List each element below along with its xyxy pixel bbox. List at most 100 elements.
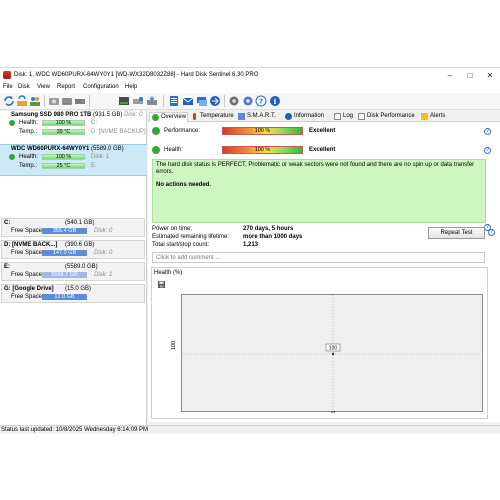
- window-title: Disk: 1, WDC WD60PURX-64WY0Y1 [WD-WX32D8…: [14, 72, 259, 78]
- tab-information[interactable]: Information: [283, 112, 324, 122]
- health-value: 100 %: [55, 120, 72, 126]
- report-icon[interactable]: [168, 95, 180, 107]
- refresh-icon[interactable]: [3, 95, 15, 107]
- health-value: 100 %: [254, 147, 271, 153]
- health-bar: 100 %: [222, 146, 303, 154]
- health-bar: 100 %: [42, 120, 85, 126]
- free-space-bar: 12.0 GB: [42, 294, 87, 300]
- email-icon[interactable]: [182, 95, 194, 107]
- close-button[interactable]: ✕: [480, 68, 500, 83]
- drive-icon[interactable]: [74, 95, 86, 107]
- info-icon: [285, 113, 292, 120]
- maximize-button[interactable]: □: [460, 68, 480, 83]
- check-icon: [152, 114, 159, 121]
- minimize-button[interactable]: –: [440, 68, 460, 83]
- free-space-label: Free Space: [11, 250, 43, 256]
- disk-item-0[interactable]: Samsung SSD 980 PRO 1TB (931.5 GB) Disk:…: [0, 111, 147, 143]
- drive-copy-icon[interactable]: [146, 95, 158, 107]
- tab-overview[interactable]: Overview: [149, 112, 188, 122]
- app-icon: [3, 71, 11, 79]
- health-chart-panel: Health (%) 100 10/8/2025 100: [151, 267, 488, 419]
- start-stop-value: 1,213: [243, 242, 259, 248]
- tab-alerts[interactable]: Alerts: [419, 112, 445, 122]
- performance-icon: [358, 113, 365, 120]
- help-icon[interactable]: ?: [484, 128, 491, 135]
- message-icon[interactable]: [196, 95, 208, 107]
- toolbar: ? i: [0, 93, 500, 110]
- tab-label: Alerts: [430, 113, 446, 119]
- tab-smart[interactable]: S.M.A.R.T.: [236, 112, 276, 122]
- disk-header: Samsung SSD 980 PRO 1TB (931.5 GB) Disk:…: [0, 111, 147, 119]
- health-chart-tab[interactable]: Health (%): [154, 270, 182, 276]
- repeat-test-button[interactable]: Repeat Test: [428, 227, 485, 239]
- settings-icon[interactable]: [228, 95, 240, 107]
- menu-configuration[interactable]: Configuration: [83, 84, 119, 90]
- disk-icon[interactable]: [48, 95, 60, 107]
- help-icon[interactable]: ?: [255, 95, 267, 107]
- disk-partitions: E:: [91, 163, 97, 169]
- disk-temp-row: Temp.: 25 °C E:: [0, 162, 147, 171]
- thermometer-icon: [193, 113, 196, 120]
- drive-item-d[interactable]: D: [NVME BACK...] (390.6 GB) Free Space 14…: [1, 240, 145, 259]
- drive-letter: G: [Google Drive]: [4, 286, 54, 292]
- health-chart-plot: 100 10/8/2025: [181, 294, 484, 413]
- drive-size: (540.1 GB): [65, 220, 95, 226]
- save-icon[interactable]: [158, 281, 165, 288]
- drive-item-c[interactable]: C: (540.1 GB) Free Space 365.4 GB Disk: 0: [1, 218, 145, 237]
- users-icon[interactable]: [29, 95, 41, 107]
- health-chart: 100 10/8/2025: [182, 295, 484, 413]
- temp-value: 39 °C: [56, 129, 71, 135]
- menu-view[interactable]: View: [37, 84, 50, 90]
- menu-bar: File Disk View Report Configuration Help: [0, 83, 500, 93]
- tab-label: Log: [343, 113, 354, 119]
- drive-item-e[interactable]: E: (5589.0 GB) Free Space 5568.7 GB Disk: 1: [1, 262, 145, 281]
- comment-field[interactable]: Click to add comment ...: [152, 252, 485, 263]
- tab-log[interactable]: Log: [332, 112, 353, 122]
- drive-size: (15.0 GB): [65, 286, 92, 292]
- temp-value: 25 °C: [56, 163, 71, 169]
- menu-disk[interactable]: Disk: [18, 84, 30, 90]
- tab-disk-performance[interactable]: Disk Performance: [356, 112, 415, 122]
- refresh-all-icon[interactable]: [16, 95, 28, 107]
- help-icon[interactable]: ?: [484, 147, 491, 154]
- performance-value: 100 %: [254, 128, 271, 134]
- disk-item-1-selected[interactable]: WDC WD60PURX-64WY0Y1 (5589.0 GB) Health:…: [0, 144, 147, 176]
- free-space-bar: 365.4 GB: [42, 228, 87, 234]
- tab-temperature[interactable]: Temperature: [189, 112, 234, 122]
- disk-info-icon[interactable]: [61, 95, 73, 107]
- disk-partitions: D: [NVME BACKUP]: [91, 129, 146, 135]
- send-icon[interactable]: [209, 95, 221, 107]
- health-ok-icon: [9, 154, 15, 160]
- start-stop-label: Total start/stop count:: [152, 242, 210, 248]
- temp-label: Temp.:: [19, 129, 38, 135]
- drive-disk: Disk: 1: [94, 272, 113, 278]
- health-ok-icon: [9, 120, 15, 126]
- free-space-label: Free Space: [11, 228, 43, 234]
- menu-report[interactable]: Report: [57, 84, 75, 90]
- gear-icon[interactable]: [242, 95, 254, 107]
- disk-health-row: Health: 100 % Disk: 1: [0, 153, 147, 162]
- performance-label: Performance:: [164, 128, 201, 134]
- info-icon[interactable]: i: [269, 95, 281, 107]
- tab-label: Overview: [161, 114, 187, 120]
- temp-bar: 25 °C: [42, 163, 85, 169]
- help-icon[interactable]: ?: [488, 229, 495, 236]
- menu-file[interactable]: File: [3, 84, 13, 90]
- health-row: Health: 100 % Excellent: [152, 146, 492, 155]
- alert-icon: [421, 113, 428, 120]
- drive-remove-icon[interactable]: [132, 95, 144, 107]
- drive-disk: Disk: 0: [94, 250, 113, 256]
- health-bar: 100 %: [42, 154, 85, 160]
- disk-number: Disk: 1: [91, 154, 110, 160]
- data-point: [331, 352, 335, 356]
- title-bar: Disk: 1, WDC WD60PURX-64WY0Y1 [WD-WX32D8…: [0, 68, 500, 83]
- overview-panel: Performance: 100 % Excellent ? Health: 1…: [148, 122, 500, 422]
- menu-help[interactable]: Help: [125, 84, 137, 90]
- temp-bar: 39 °C: [42, 129, 85, 135]
- drive-item-g[interactable]: G: [Google Drive] (15.0 GB) Free Space 12.…: [1, 284, 145, 303]
- remaining-lifetime-value: more than 1000 days: [243, 234, 303, 240]
- disk-test-icon[interactable]: [118, 95, 130, 107]
- drive-size: (390.6 GB): [65, 242, 95, 248]
- app-window: Disk: 1, WDC WD60PURX-64WY0Y1 [WD-WX32D8…: [0, 67, 500, 434]
- performance-rating: Excellent: [309, 128, 336, 134]
